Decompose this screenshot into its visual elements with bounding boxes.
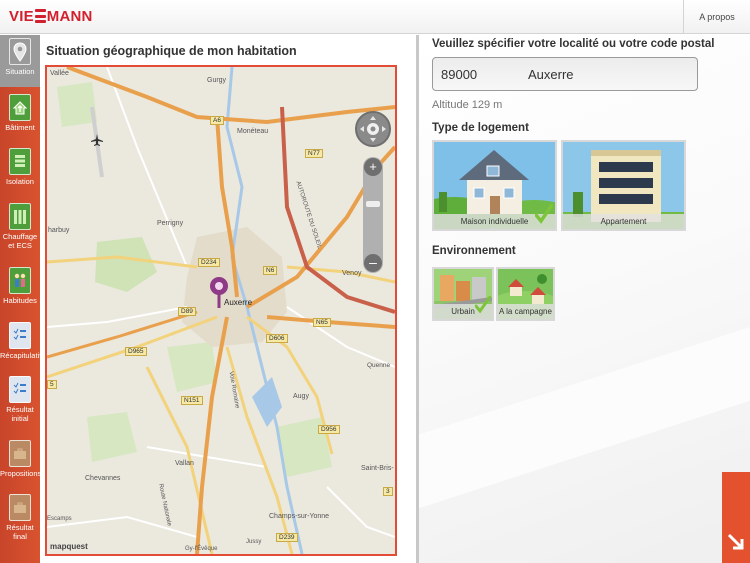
sidebar-item-recapitulatif[interactable]: Récapitulatif bbox=[0, 319, 41, 371]
sidebar-item-batiment[interactable]: Bâtiment bbox=[0, 91, 40, 143]
zoom-thumb[interactable] bbox=[366, 201, 380, 207]
road-shield: 5 bbox=[47, 380, 57, 389]
map-label: Escamps bbox=[47, 516, 72, 522]
city-value: Auxerre bbox=[528, 67, 574, 82]
road-shield: D965 bbox=[125, 347, 147, 356]
zoom-slider[interactable]: + – bbox=[363, 157, 383, 273]
environment-option-urbain[interactable]: Urbain bbox=[432, 267, 494, 321]
briefcase-icon bbox=[9, 494, 31, 521]
sidebar-item-situation[interactable]: Situation bbox=[0, 35, 40, 87]
map-label: Gurgy bbox=[207, 77, 227, 84]
about-button[interactable]: A propos bbox=[683, 0, 750, 34]
road-shield: 3 bbox=[383, 487, 393, 496]
environment-option-campagne[interactable]: A la campagne bbox=[496, 267, 555, 321]
arrow-down-right-icon bbox=[726, 532, 746, 557]
location-prompt: Veuillez spécifier votre localité ou vot… bbox=[432, 38, 715, 50]
airport-icon bbox=[91, 133, 103, 151]
housing-type-title: Type de logement bbox=[432, 122, 529, 134]
sidebar-item-habitudes[interactable]: Habitudes bbox=[0, 264, 40, 316]
selected-check-icon bbox=[474, 295, 492, 319]
road-shield: N6 bbox=[263, 266, 278, 275]
road-shield: D234 bbox=[198, 258, 220, 267]
zoom-out-button[interactable]: – bbox=[364, 254, 382, 272]
road-shield: A6 bbox=[210, 116, 224, 125]
map-label: Monéteau bbox=[237, 128, 269, 135]
map-title: Situation géographique de mon habitation bbox=[46, 44, 297, 58]
location-marker-icon[interactable] bbox=[209, 276, 229, 315]
road-shield: D956 bbox=[318, 425, 340, 434]
map-label: Chevannes bbox=[85, 475, 121, 482]
radiator-icon bbox=[9, 203, 31, 230]
map-label: Gy-l'Évêque bbox=[185, 546, 218, 552]
sidebar-item-isolation[interactable]: Isolation bbox=[0, 145, 40, 197]
checklist-icon bbox=[9, 376, 31, 403]
road-shield: N77 bbox=[305, 149, 323, 158]
housing-option-appartement[interactable]: Appartement bbox=[561, 140, 686, 231]
map-view[interactable]: Vallée Gurgy Monéteau A6 N77 AUTOROUTE D… bbox=[45, 65, 397, 556]
house-arrow-icon bbox=[9, 94, 31, 121]
housing-option-maison[interactable]: Maison individuelle bbox=[432, 140, 557, 231]
checklist-icon bbox=[9, 322, 31, 349]
map-label: Quenne bbox=[367, 362, 391, 369]
sidebar-nav: Situation Bâtiment Isolation Chauffage e… bbox=[0, 35, 41, 563]
pan-control[interactable] bbox=[355, 111, 391, 147]
altitude-text: Altitude 129 m bbox=[432, 99, 503, 111]
location-input[interactable]: 89000 Auxerre bbox=[432, 57, 698, 91]
map-label: Saint-Bris- bbox=[361, 465, 394, 472]
briefcase-icon bbox=[9, 440, 31, 467]
app-header: VIE MANN A propos bbox=[0, 0, 750, 34]
map-label: harbuy bbox=[48, 227, 70, 234]
environment-option-label: A la campagne bbox=[498, 304, 553, 319]
road-shield: N65 bbox=[313, 318, 331, 327]
map-label: Augy bbox=[293, 393, 309, 400]
sidebar-item-chauffage[interactable]: Chauffage et ECS bbox=[0, 200, 40, 262]
map-label: Perrigny bbox=[157, 220, 184, 227]
environment-title: Environnement bbox=[432, 245, 516, 257]
logo-mark-icon bbox=[34, 8, 46, 24]
map-label: Vallée bbox=[50, 70, 69, 77]
road-shield: N151 bbox=[181, 396, 203, 405]
housing-option-label: Appartement bbox=[563, 214, 684, 229]
postal-code-value: 89000 bbox=[441, 67, 478, 82]
map-label: Venoy bbox=[342, 270, 362, 277]
location-pin-icon bbox=[9, 38, 31, 65]
next-step-button[interactable] bbox=[722, 472, 750, 563]
road-shield: D606 bbox=[266, 334, 288, 343]
road-shield: D89 bbox=[178, 307, 196, 316]
sidebar-item-propositions[interactable]: Propositions bbox=[0, 437, 41, 489]
map-label: Champs-sur-Yonne bbox=[269, 513, 330, 520]
sidebar-item-resultat-final[interactable]: Résultat final bbox=[0, 491, 40, 553]
selected-check-icon bbox=[534, 203, 554, 229]
insulation-layers-icon bbox=[9, 148, 31, 175]
people-icon bbox=[9, 267, 31, 294]
map-label: Jussy bbox=[246, 539, 262, 545]
map-label: Vallan bbox=[175, 460, 194, 467]
sidebar-item-resultat-initial[interactable]: Résultat initial bbox=[0, 373, 40, 435]
road-shield: D239 bbox=[276, 533, 298, 542]
zoom-in-button[interactable]: + bbox=[364, 158, 382, 176]
viessmann-logo: VIE MANN bbox=[9, 7, 93, 25]
mapquest-logo: mapquest bbox=[50, 542, 88, 551]
